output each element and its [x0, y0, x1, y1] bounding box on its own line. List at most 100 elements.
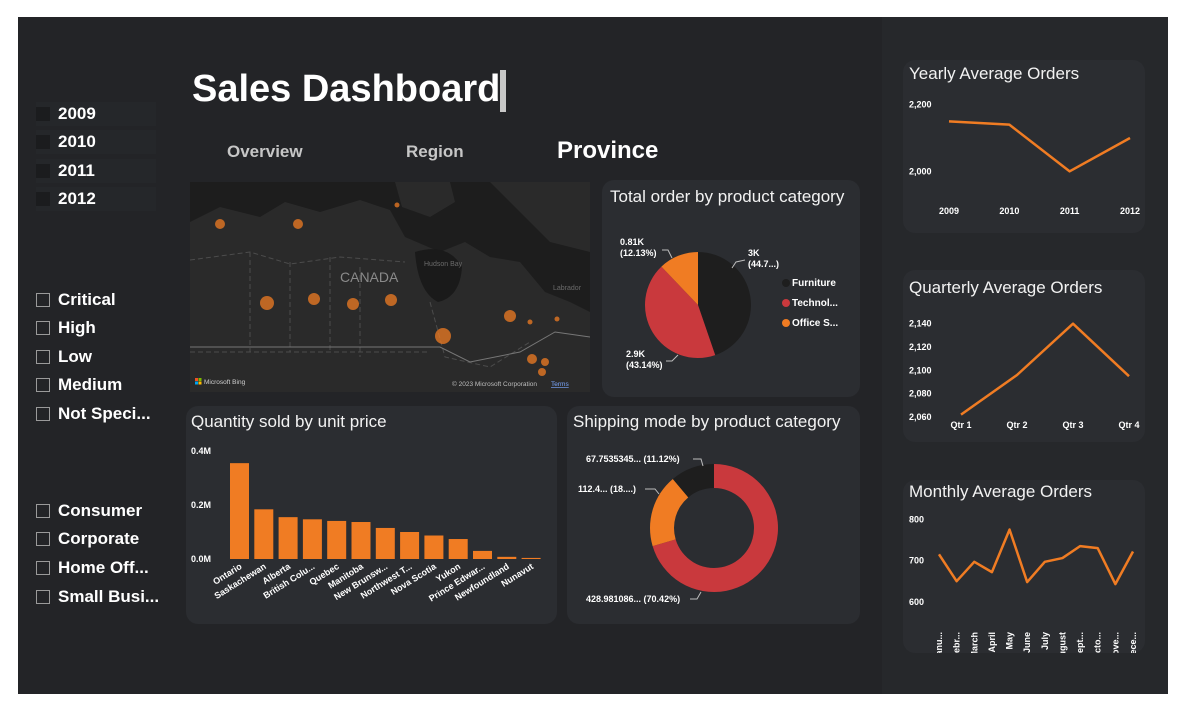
priority-item-not-specified[interactable]: Not Speci... [36, 402, 151, 426]
legend-label: Technol... [792, 298, 838, 309]
map-bubble[interactable] [385, 294, 397, 306]
tab-province[interactable]: Province [557, 137, 658, 165]
y-tick-label: 2,000 [909, 166, 932, 176]
pie-leader-line [666, 354, 679, 362]
map-bubble[interactable] [527, 354, 537, 364]
monthly-title: Monthly Average Orders [909, 482, 1092, 501]
map-bubble[interactable] [538, 368, 546, 376]
checkbox-icon [36, 135, 50, 149]
x-tick-label: 2009 [939, 206, 959, 216]
pie-chart[interactable]: 3K(44.7...) 2.9K(43.14%) 0.81K(12.13%) Furn… [602, 212, 860, 397]
priority-item-medium[interactable]: Medium [36, 373, 122, 397]
y-tick-label: 2,100 [909, 365, 932, 375]
map-east-label: Labrador [553, 285, 582, 292]
arctic-land-shape-2 [490, 182, 590, 252]
x-tick-label: Qtr 2 [1006, 420, 1027, 430]
yearly-line-chart[interactable]: 2,000 2,200 2009 2010 2011 2012 [903, 88, 1145, 233]
legend-marker [782, 279, 790, 287]
donut-leader-line [645, 488, 660, 495]
checkbox-icon [36, 350, 50, 364]
legend-marker [782, 299, 790, 307]
map-bubble[interactable] [554, 316, 560, 322]
x-tick-label: May [1005, 632, 1015, 650]
quarterly-title: Quarterly Average Orders [909, 278, 1103, 297]
quarterly-line-chart[interactable]: 2,060 2,080 2,100 2,120 2,140 Qtr 1 Qtr 2 Qtr 3… [903, 302, 1145, 442]
year-item-2009[interactable]: 2009 [36, 102, 156, 126]
bar[interactable] [424, 535, 444, 559]
legend-label: Furniture [792, 278, 836, 289]
pie-data-label-pct: (44.7...) [748, 259, 779, 269]
bar[interactable] [302, 519, 322, 559]
bar[interactable] [327, 520, 347, 559]
map-bubble[interactable] [394, 202, 400, 208]
series-line[interactable] [960, 322, 1130, 416]
bar[interactable] [278, 517, 298, 559]
bar[interactable] [448, 539, 468, 559]
priority-item-critical[interactable]: Critical [36, 288, 116, 312]
donut-data-label: 428.981086... (70.42%) [586, 594, 680, 604]
x-tick-label: Qtr 1 [950, 420, 971, 430]
x-tick-label: Janu... [934, 632, 944, 653]
bar-chart[interactable]: 0.0M0.2M0.4MOntarioSaskachewanAlbertaBri… [186, 436, 557, 624]
checkbox-icon [36, 192, 50, 206]
pie-data-label: 2.9K [626, 349, 646, 359]
tab-overview[interactable]: Overview [227, 142, 303, 162]
year-item-2010[interactable]: 2010 [36, 130, 156, 154]
y-tick-label: 2,080 [909, 389, 932, 399]
checkbox-icon [36, 561, 50, 575]
checkbox-icon [36, 164, 50, 178]
x-tick-label: 2010 [999, 206, 1019, 216]
bar[interactable] [497, 556, 517, 559]
year-item-2012[interactable]: 2012 [36, 187, 156, 211]
x-tick-label: June [1022, 632, 1032, 653]
donut-chart[interactable]: 428.981086... (70.42%) 112.4... (18....) 6… [567, 436, 860, 624]
bar[interactable] [400, 532, 420, 559]
checkbox-icon [36, 532, 50, 546]
segment-item-home-office[interactable]: Home Off... [36, 556, 149, 580]
bar[interactable] [351, 522, 371, 559]
map-terms-link[interactable]: Terms [551, 381, 569, 388]
map-bubble[interactable] [504, 310, 516, 322]
map-bubble[interactable] [260, 296, 274, 310]
map-bubble[interactable] [293, 219, 303, 229]
bar[interactable] [375, 527, 395, 559]
series-line[interactable] [948, 120, 1131, 173]
x-tick-label: August [1057, 632, 1067, 653]
checkbox-icon [36, 378, 50, 392]
map-bubble[interactable] [541, 358, 549, 366]
y-tick-label: 800 [909, 514, 924, 524]
tab-region[interactable]: Region [406, 142, 464, 162]
pie-leader-line [662, 249, 673, 259]
priority-item-low[interactable]: Low [36, 345, 92, 369]
bar[interactable] [473, 550, 492, 559]
x-tick-label: Octo... [1093, 632, 1103, 653]
series-line[interactable] [937, 528, 1135, 586]
pie-title: Total order by product category [610, 187, 845, 206]
segment-item-corporate[interactable]: Corporate [36, 527, 139, 551]
legend-marker [782, 319, 790, 327]
y-tick-label: 2,060 [909, 412, 932, 422]
map-bubble[interactable] [215, 219, 225, 229]
map-bubble[interactable] [527, 319, 533, 325]
x-tick-label: 2011 [1060, 206, 1080, 216]
yearly-title: Yearly Average Orders [909, 64, 1080, 83]
x-tick-label: Qtr 3 [1062, 420, 1083, 430]
map-bubble[interactable] [435, 328, 451, 344]
priority-item-high[interactable]: High [36, 316, 96, 340]
segment-item-consumer[interactable]: Consumer [36, 499, 142, 523]
donut-data-label: 67.7535345... (11.12%) [586, 454, 680, 464]
map-bubble[interactable] [308, 293, 320, 305]
monthly-line-chart[interactable]: 600 700 800 Janu... Febr... March April May June… [903, 506, 1145, 653]
x-tick-label: Febr... [952, 632, 962, 653]
y-tick-label: 2,200 [909, 100, 932, 110]
donut-title: Shipping mode by product category [573, 412, 841, 431]
bar[interactable] [254, 509, 274, 559]
bar[interactable] [230, 463, 249, 559]
year-item-2011[interactable]: 2011 [36, 159, 156, 183]
map-visual[interactable]: CANADA Hudson Bay Labrador Microsoft Bin… [190, 182, 590, 392]
map-bubble[interactable] [347, 298, 359, 310]
bar[interactable] [521, 557, 541, 559]
y-tick-label: 0.0M [191, 554, 211, 564]
segment-item-small-business[interactable]: Small Busi... [36, 585, 159, 609]
x-tick-label: Qtr 4 [1118, 420, 1139, 430]
